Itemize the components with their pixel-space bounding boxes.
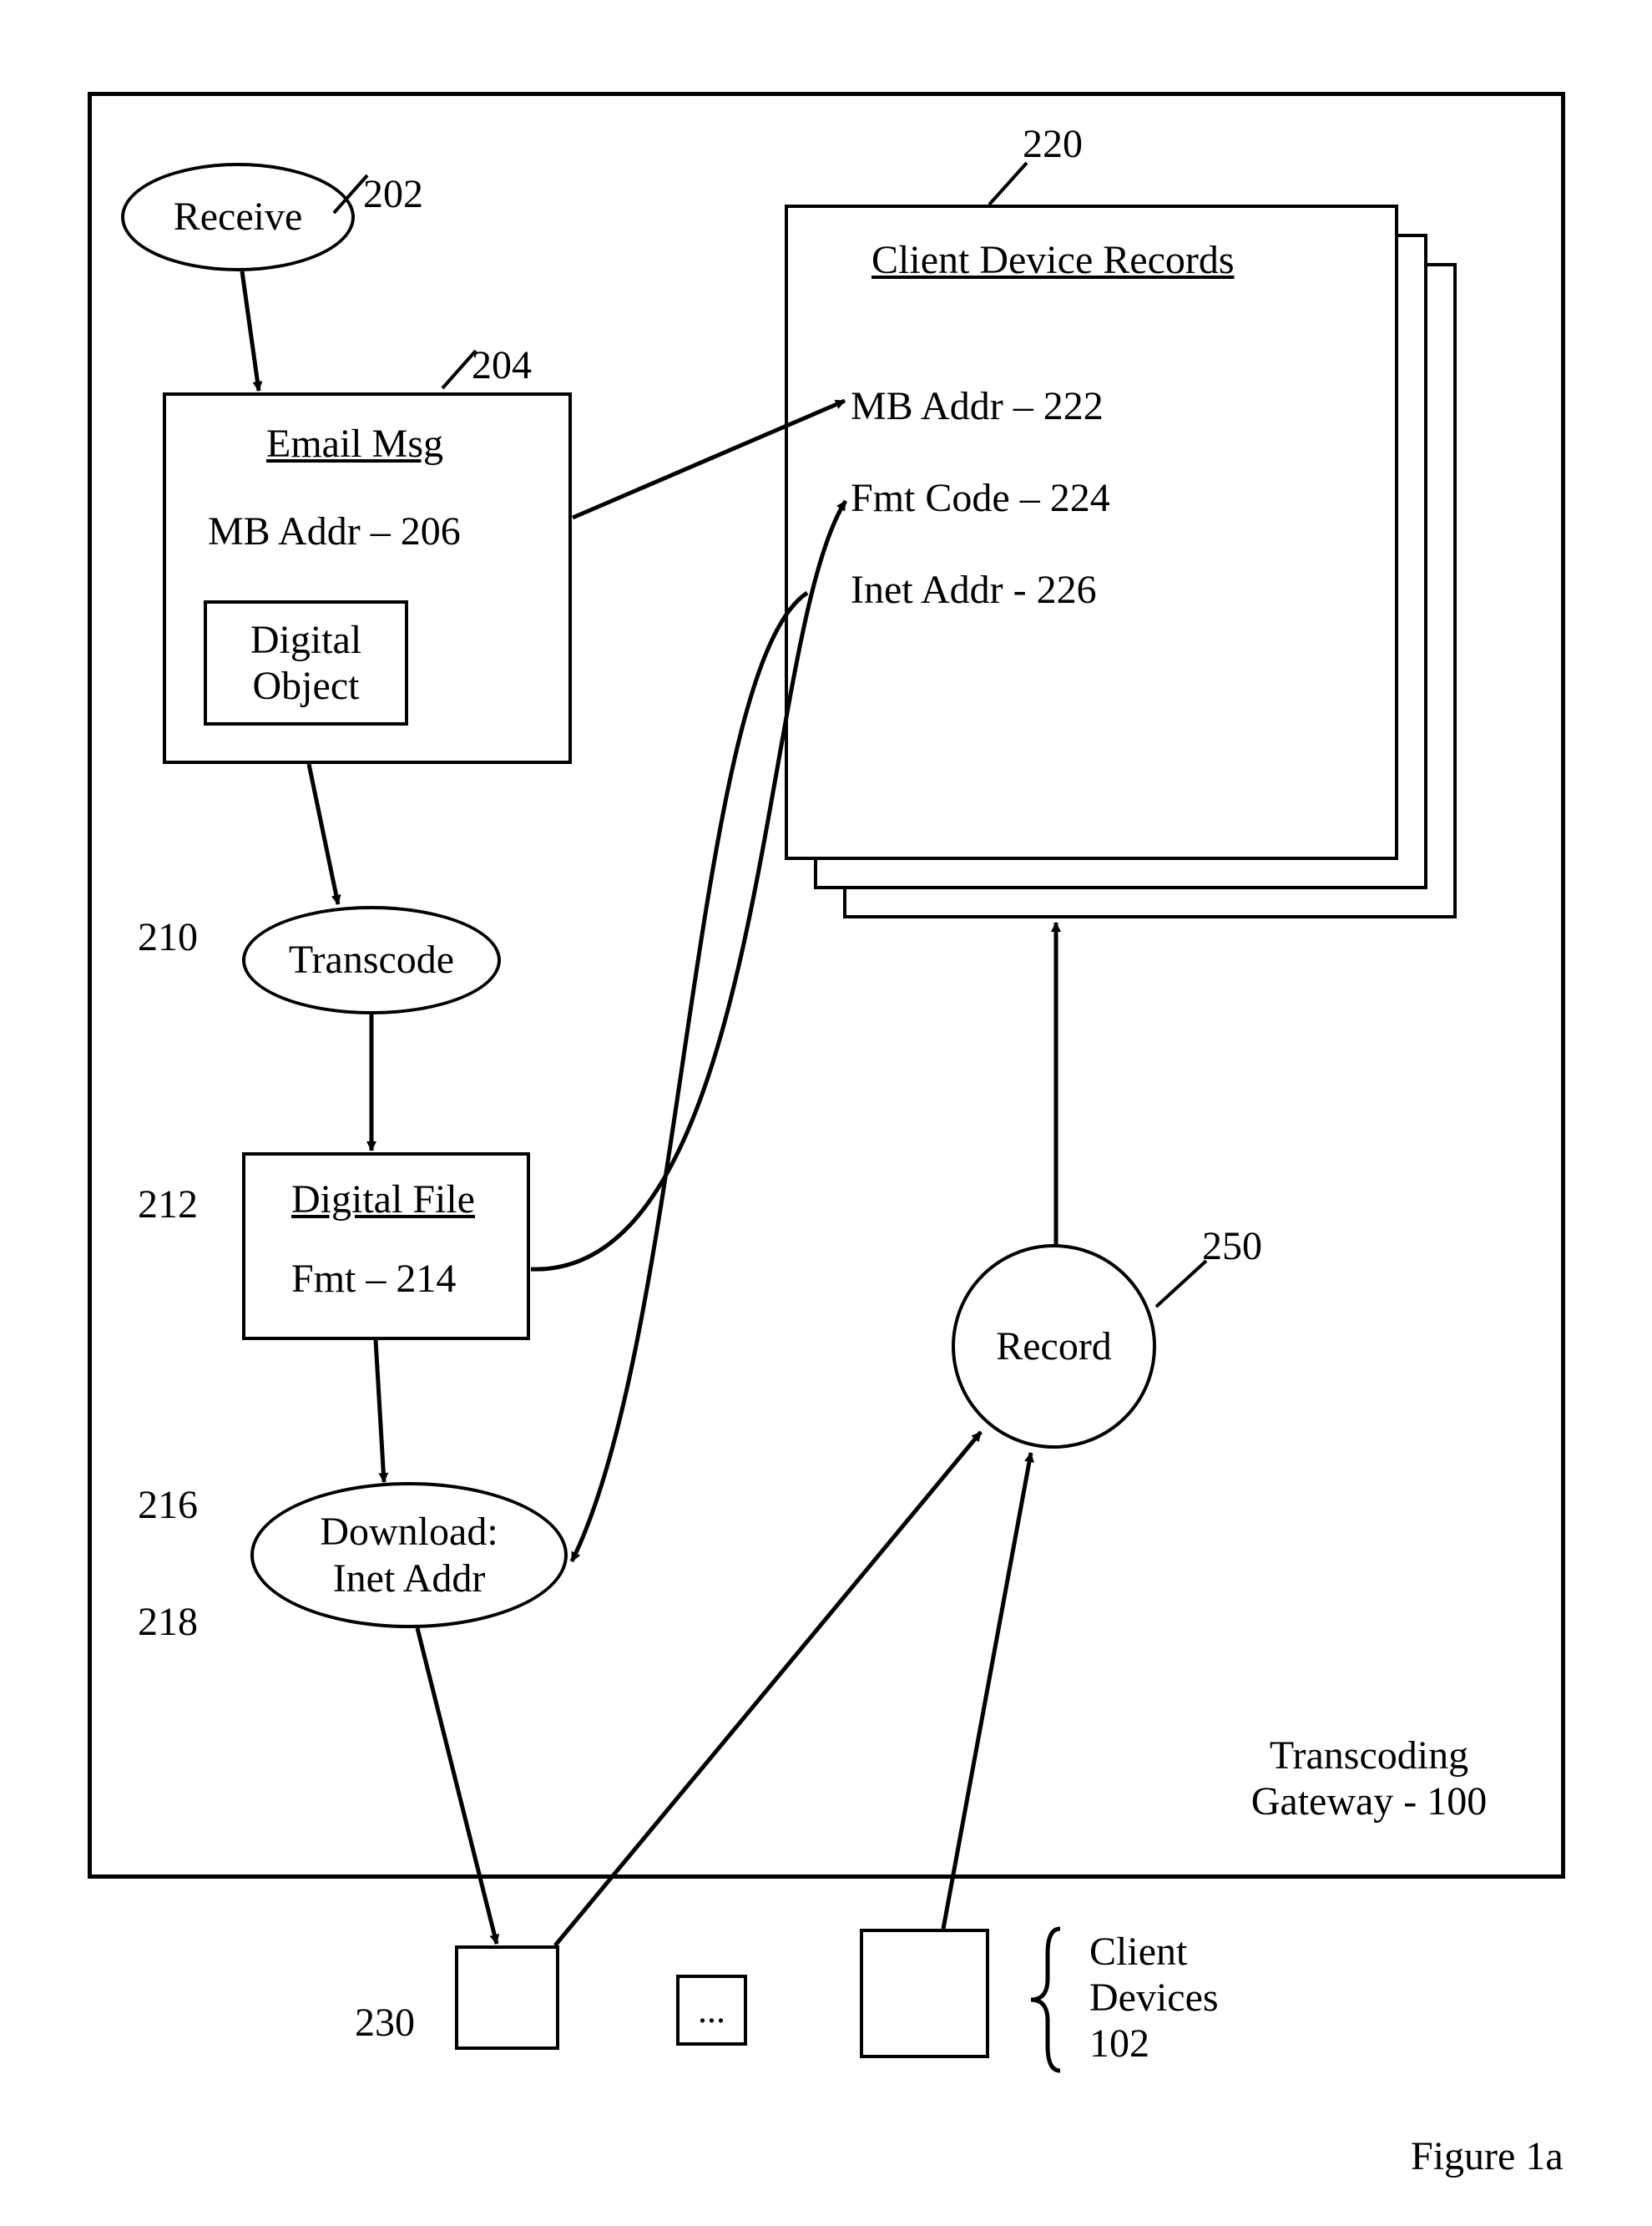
ref-218: 218 (138, 1599, 198, 1645)
email-mb: MB Addr – 206 (208, 508, 461, 554)
download-line1: Download: (320, 1510, 498, 1554)
records-fmt: Fmt Code – 224 (851, 475, 1110, 521)
download-line2: Inet Addr (333, 1556, 486, 1601)
diagram-stage: Receive 202 Email Msg MB Addr – 206 Digi… (0, 0, 1652, 2226)
records-title: Client Device Records (871, 237, 1235, 283)
ref-250: 250 (1202, 1223, 1262, 1269)
digital-object-label: Digital Object (250, 617, 361, 709)
download-text: Download: Inet Addr (320, 1509, 498, 1601)
transcode-label: Transcode (289, 937, 454, 983)
figure-label: Figure 1a (1411, 2133, 1564, 2179)
records-mb: MB Addr – 222 (851, 383, 1104, 429)
ref-212: 212 (138, 1181, 198, 1227)
receive-node: Receive (121, 163, 355, 271)
receive-label: Receive (174, 194, 303, 240)
client-device-1 (455, 1945, 559, 2050)
gateway-label: Transcoding Gateway - 100 (1215, 1733, 1523, 1824)
download-node: Download: Inet Addr (250, 1482, 568, 1628)
digital-file-fmt: Fmt – 214 (291, 1256, 456, 1302)
email-msg-box: Email Msg MB Addr – 206 Digital Object (163, 392, 572, 764)
client-device-dots: ... (676, 1975, 747, 2046)
dots-label: ... (698, 1989, 725, 2031)
client-device-n (860, 1929, 989, 2058)
record-node: Record (952, 1244, 1156, 1449)
ref-220: 220 (1023, 121, 1083, 167)
digital-file-box: Digital File Fmt – 214 (242, 1152, 530, 1340)
ref-230: 230 (355, 2000, 415, 2046)
email-title: Email Msg (266, 421, 443, 467)
ref-204: 204 (472, 342, 532, 388)
ref-216: 216 (138, 1482, 198, 1528)
ref-210: 210 (138, 914, 198, 960)
digital-file-title: Digital File (291, 1176, 475, 1222)
ref-202: 202 (363, 171, 423, 217)
record-label: Record (996, 1323, 1112, 1369)
transcode-node: Transcode (242, 906, 501, 1014)
records-box: Client Device Records MB Addr – 222 Fmt … (785, 205, 1398, 860)
digital-object-box: Digital Object (204, 600, 408, 726)
clients-label: Client Devices 102 (1089, 1929, 1219, 2067)
records-inet: Inet Addr - 226 (851, 567, 1097, 613)
